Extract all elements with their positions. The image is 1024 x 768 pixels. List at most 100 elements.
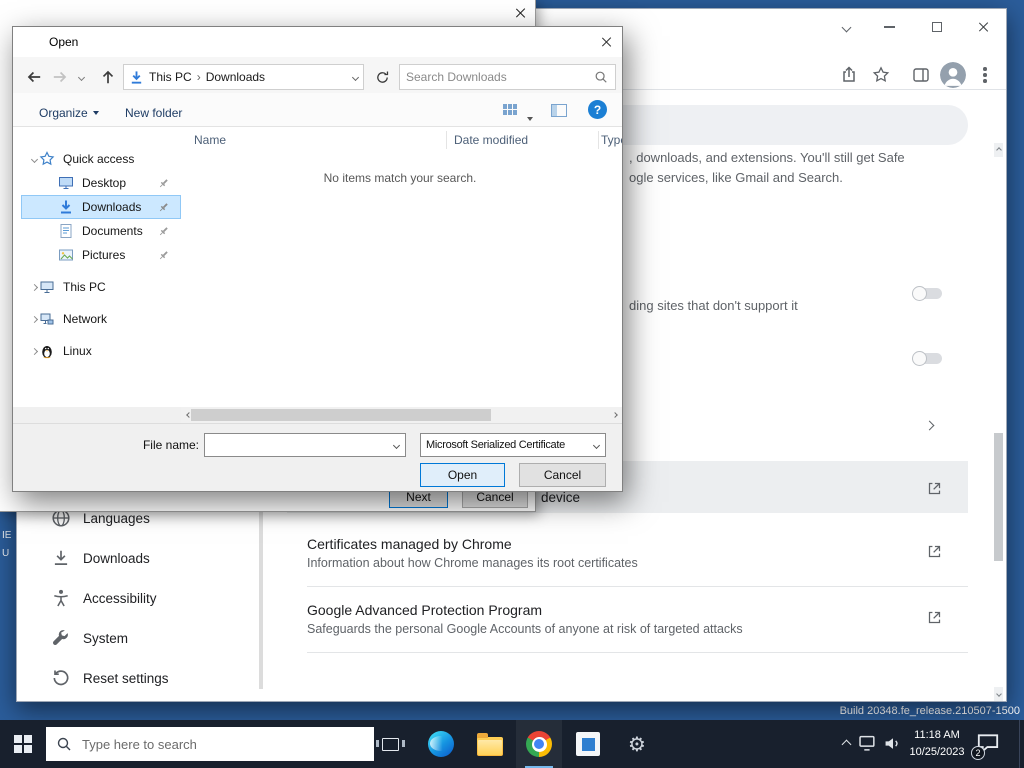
file-name-input[interactable] [205,438,388,452]
column-header-name[interactable]: Name [194,133,226,147]
browser-menu-icon[interactable] [967,62,1003,88]
taskbar-app-button[interactable] [565,720,611,768]
taskbar-edge-button[interactable] [418,720,464,768]
tree-item-documents[interactable]: Documents [21,219,181,243]
dialog-search-input[interactable] [400,70,594,84]
scrollbar-thumb[interactable] [994,433,1003,561]
network-icon[interactable] [858,735,878,757]
organize-button[interactable]: Organize [39,106,99,120]
windows-build-watermark: Build 20348.fe_release.210507-1500 [839,705,1020,717]
toggle-switch[interactable] [912,286,944,302]
taskbar-clock[interactable]: 11:18 AM 10/25/2023 [905,727,969,761]
change-view-icon[interactable] [503,104,517,115]
reset-icon [51,668,71,688]
minimize-button[interactable] [869,13,909,41]
views-dropdown-caret[interactable] [527,110,533,124]
document-icon [58,223,74,239]
profile-avatar[interactable] [940,62,966,88]
share-icon[interactable] [840,66,858,84]
up-button[interactable] [97,66,119,88]
tree-item-pictures[interactable]: Pictures [21,243,181,267]
help-icon[interactable]: ? [588,100,607,119]
address-dropdown-chevron[interactable] [351,73,360,81]
scroll-right-arrow[interactable] [607,407,622,423]
close-icon [515,7,527,19]
column-separator[interactable] [598,131,599,149]
recent-locations-chevron[interactable] [75,71,87,83]
show-desktop-button[interactable] [1019,720,1024,768]
three-dot-menu-icon [983,67,987,71]
volume-icon[interactable] [883,735,903,757]
sidebar-item-accessibility[interactable]: Accessibility [25,578,265,618]
back-button[interactable] [23,66,45,88]
toggle-knob [912,351,927,366]
tree-item-downloads[interactable]: Downloads [21,195,181,219]
sidebar-scrollbar-thumb[interactable] [259,503,263,689]
start-button[interactable] [0,720,46,768]
expander-icon[interactable] [29,346,39,356]
toggle-switch[interactable] [912,351,944,367]
tree-item-quick-access[interactable]: Quick access [21,147,181,171]
expander-icon[interactable] [29,154,39,164]
chevron-right-icon [611,412,618,418]
chevron-down-icon [592,441,601,449]
sidebar-item-downloads[interactable]: Downloads [25,538,265,578]
open-button[interactable]: Open [420,463,505,487]
divider [307,652,968,653]
combo-dropdown-chevron[interactable] [388,434,405,456]
scrollbar-up-arrow[interactable] [994,143,1003,157]
side-panel-icon[interactable] [912,66,930,84]
refresh-button[interactable] [367,64,397,90]
breadcrumb[interactable]: This PC › Downloads [123,64,364,90]
action-center-button[interactable]: 2 [971,732,1004,760]
close-button[interactable] [508,2,534,24]
tree-item-linux[interactable]: Linux [21,339,181,363]
sidebar-item-reset-settings[interactable]: Reset settings [25,658,265,698]
expander-icon[interactable] [29,282,39,292]
new-folder-button[interactable]: New folder [125,106,182,120]
column-header-date-modified[interactable]: Date modified [454,133,528,147]
tab-search-icon[interactable] [826,13,866,41]
settings-text-fragment: ogle services, like Gmail and Search. [629,170,843,185]
combo-dropdown-chevron[interactable] [588,434,605,456]
horizontal-scrollbar-thumb[interactable] [191,409,491,421]
tree-item-network[interactable]: Network [21,307,181,331]
dialog-titlebar[interactable] [13,27,622,57]
expander-icon[interactable] [29,314,39,324]
sidebar-item-label: Languages [83,510,150,526]
tree-item-desktop[interactable]: Desktop [21,171,181,195]
close-button[interactable] [591,27,622,57]
search-icon[interactable] [594,70,608,84]
breadcrumb-downloads[interactable]: Downloads [206,70,265,84]
chevron-right-icon [30,315,38,323]
expand-row-chevron-icon[interactable] [924,416,935,434]
open-in-new-icon[interactable] [927,544,942,559]
column-header-type[interactable]: Type [601,133,622,147]
preview-pane-icon[interactable] [551,104,567,117]
task-view-button[interactable] [367,720,413,768]
windows-logo-icon [14,735,32,753]
open-in-new-icon[interactable] [927,610,942,625]
sidebar-item-system[interactable]: System [25,618,265,658]
sidebar-scroll-down-icon[interactable] [253,691,262,701]
file-type-dropdown[interactable]: Microsoft Serialized Certificate [420,433,606,457]
bookmark-star-icon[interactable] [872,66,890,84]
forward-button[interactable] [49,66,71,88]
maximize-button[interactable] [917,13,957,41]
tray-show-hidden-icons[interactable] [834,732,858,756]
taskbar-chrome-button[interactable] [516,720,562,768]
taskbar-file-explorer-button[interactable] [467,720,513,768]
organize-label: Organize [39,106,88,120]
open-in-new-icon[interactable] [927,481,942,496]
chevron-down-icon [392,441,401,449]
breadcrumb-this-pc[interactable]: This PC [149,70,192,84]
close-button[interactable] [964,13,1004,41]
tree-item-this-pc[interactable]: This PC [21,275,181,299]
minimize-icon [883,26,895,28]
scrollbar-down-arrow[interactable] [994,687,1003,701]
taskbar-search-input[interactable] [80,735,374,753]
column-separator[interactable] [446,131,447,149]
cancel-button[interactable]: Cancel [519,463,606,487]
taskbar-settings-button[interactable]: ⚙ [614,720,660,768]
close-icon [601,36,613,48]
